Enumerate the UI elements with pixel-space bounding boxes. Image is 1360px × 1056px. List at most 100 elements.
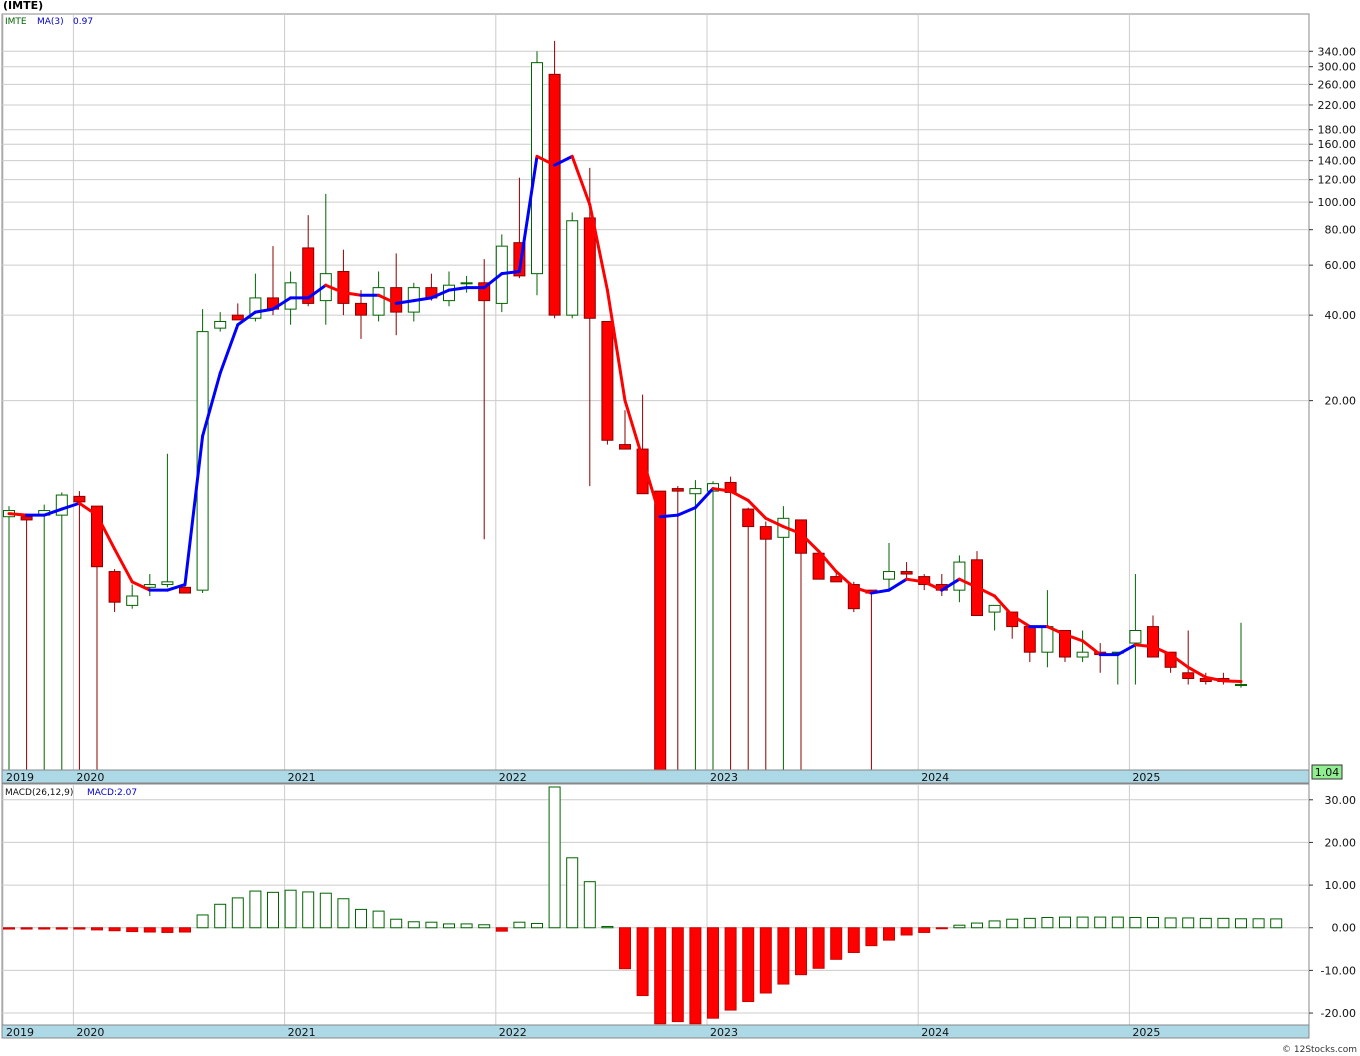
ma-segment [1221, 679, 1243, 683]
macd-bar [302, 891, 315, 929]
candle-body [988, 604, 1001, 613]
macd-bar [1006, 918, 1019, 929]
macd-label: MACD(26,12,9) [5, 788, 73, 798]
macd-bar [795, 927, 807, 976]
macd-year-label: 2022 [499, 1026, 527, 1039]
macd-bar [883, 927, 895, 941]
macd-bar [566, 857, 579, 929]
macd-bar [443, 923, 455, 929]
candle-body [671, 488, 684, 492]
price-tick-label: 160.00 [1318, 138, 1357, 151]
price-tick-label: 100.00 [1318, 196, 1357, 209]
candle-body [126, 595, 139, 606]
macd-bar [1076, 916, 1089, 929]
macd-bar [91, 927, 103, 931]
candle-body [337, 270, 350, 304]
macd-bar [55, 927, 68, 930]
macd-bar [812, 927, 825, 969]
last-price-label: 1.04 [1315, 766, 1340, 779]
candle-body [531, 62, 543, 275]
macd-bar [601, 925, 614, 929]
candle-body [619, 444, 631, 450]
macd-bar [1270, 918, 1283, 929]
macd-x-axis-band [1, 1024, 1310, 1039]
macd-bar [1217, 917, 1230, 929]
macd-bar [865, 927, 878, 947]
candle-body [372, 287, 385, 316]
candle-body [1129, 629, 1142, 644]
year-label: 2021 [288, 771, 316, 784]
macd-bar [689, 927, 702, 1025]
candle-body [883, 571, 895, 580]
macd-bar [830, 927, 843, 960]
macd-bar [20, 927, 33, 930]
macd-bar [1147, 917, 1159, 929]
macd-bar [179, 927, 191, 933]
macd-bar [619, 927, 631, 970]
macd-bar [1094, 916, 1107, 929]
macd-bar [1164, 917, 1177, 929]
candle-body [759, 526, 772, 540]
macd-year-label: 2020 [76, 1026, 104, 1039]
year-label: 2025 [1132, 771, 1160, 784]
price-tick-label: 300.00 [1318, 61, 1357, 74]
ma-segment [1133, 643, 1155, 649]
candle-body [953, 561, 966, 591]
macd-year-label: 2021 [288, 1026, 316, 1039]
legend-ticker: IMTE [5, 17, 27, 27]
macd-tick-label: 0.00 [1332, 922, 1357, 935]
macd-tick-label: -10.00 [1321, 964, 1356, 977]
macd-bar [3, 927, 15, 930]
year-label: 2019 [6, 771, 34, 784]
macd-bar [724, 927, 737, 1011]
macd-bar [196, 914, 209, 929]
macd-bar [548, 786, 561, 929]
price-x-axis-band [1, 769, 1310, 784]
macd-bar [425, 921, 438, 929]
candle-body [355, 302, 367, 316]
macd-tick-label: -20.00 [1321, 1007, 1356, 1020]
macd-bar [319, 892, 332, 929]
candle-body [830, 576, 843, 583]
candle-body [231, 314, 244, 321]
candle-body [179, 586, 191, 594]
candle-body [1235, 684, 1247, 687]
price-tick-label: 220.00 [1318, 99, 1357, 112]
macd-bar [918, 927, 931, 933]
candle-body [1147, 626, 1159, 658]
candle-body [742, 508, 755, 528]
macd-bar [777, 927, 790, 985]
macd-bar [953, 924, 966, 929]
macd-bar [988, 920, 1001, 929]
macd-bar [1023, 917, 1036, 929]
macd-bar [337, 898, 350, 929]
year-label: 2023 [710, 771, 738, 784]
macd-bar [267, 891, 279, 929]
macd-bar [407, 921, 420, 929]
candle-body [108, 571, 121, 603]
ticker-title: (IMTE) [3, 0, 43, 12]
macd-bar [1041, 917, 1054, 929]
macd-bar [38, 927, 51, 930]
macd-year-label: 2019 [6, 1026, 34, 1039]
legend-ma-value: 0.97 [73, 17, 93, 27]
price-tick-label: 140.00 [1318, 155, 1357, 168]
macd-bar [971, 922, 983, 929]
macd-bar [143, 927, 156, 933]
year-label: 2020 [76, 771, 104, 784]
macd-bar [478, 924, 491, 929]
macd-bar [759, 927, 772, 994]
price-tick-label: 80.00 [1325, 224, 1357, 237]
macd-bar [935, 927, 948, 930]
macd-year-label: 2025 [1132, 1026, 1160, 1039]
candle-body [654, 490, 667, 771]
macd-bar [531, 922, 543, 929]
candle-body [1041, 626, 1054, 653]
price-tick-label: 40.00 [1325, 309, 1357, 322]
price-tick-label: 260.00 [1318, 78, 1357, 91]
candle-body [900, 571, 913, 575]
macd-bar [284, 889, 297, 929]
price-tick-label: 20.00 [1325, 395, 1357, 408]
candle-body [284, 282, 297, 310]
macd-tick-label: 20.00 [1325, 836, 1357, 849]
